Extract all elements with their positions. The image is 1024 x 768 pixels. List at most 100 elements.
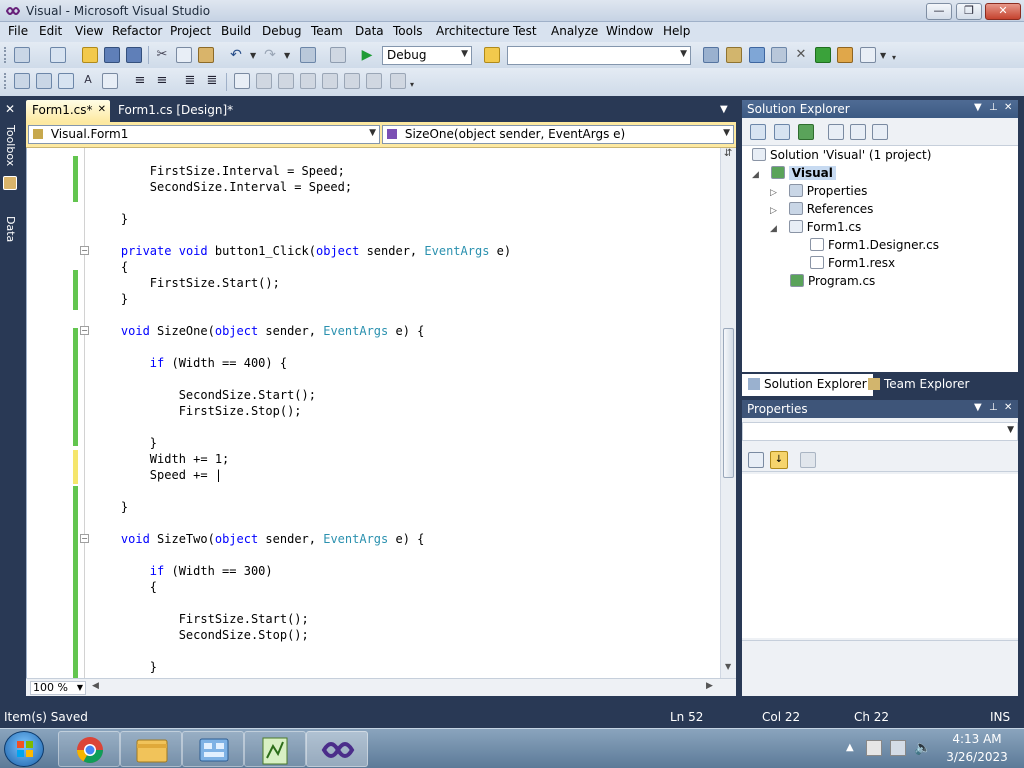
- more-tools-dropdown-icon[interactable]: ▼: [880, 51, 886, 60]
- menu-build[interactable]: Build: [221, 24, 251, 38]
- clock-time[interactable]: 4:13 AM: [938, 732, 1016, 746]
- collapse-region-icon[interactable]: −: [80, 326, 89, 335]
- collapse-region-icon[interactable]: −: [80, 534, 89, 543]
- tree-item-form1[interactable]: ◢ Form1.cs: [770, 218, 861, 236]
- scroll-down-icon[interactable]: ▼: [725, 662, 731, 671]
- code-line[interactable]: FirstSize.Interval = Speed;: [92, 163, 345, 179]
- code-line[interactable]: }: [92, 291, 128, 307]
- close-icon[interactable]: ✕: [1004, 402, 1012, 413]
- action-center-icon[interactable]: [866, 740, 882, 756]
- code-line[interactable]: SecondSize.Start();: [92, 387, 316, 403]
- auto-hide-pin-icon[interactable]: ⊥: [989, 102, 998, 113]
- find-in-files-icon[interactable]: [484, 47, 500, 63]
- navigate-backward-icon[interactable]: [300, 47, 316, 63]
- decrease-indent-icon[interactable]: ≡: [132, 73, 148, 89]
- taskbar-notepad-app[interactable]: [244, 731, 306, 767]
- new-project-icon[interactable]: [14, 47, 30, 63]
- data-sources-tab[interactable]: Data Sources: [0, 194, 18, 264]
- uncomment-lines-icon[interactable]: ≣: [204, 73, 220, 89]
- view-code-icon[interactable]: [828, 124, 844, 140]
- scroll-thumb[interactable]: [723, 328, 734, 478]
- tab-solution-explorer[interactable]: Solution Explorer: [742, 374, 873, 396]
- member-dropdown[interactable]: SizeOne(object sender, EventArgs e) ▼: [382, 125, 734, 144]
- toolbox-tab[interactable]: Toolbox: [2, 120, 18, 172]
- toolbox-icon[interactable]: ✕: [3, 102, 17, 116]
- menu-project[interactable]: Project: [170, 24, 211, 38]
- collapse-region-icon[interactable]: −: [80, 246, 89, 255]
- code-line[interactable]: FirstSize.Stop();: [92, 403, 302, 419]
- start-debugging-icon[interactable]: ▶: [359, 47, 375, 63]
- start-button[interactable]: [4, 731, 44, 767]
- extension-manager-icon[interactable]: [837, 47, 853, 63]
- redo-icon[interactable]: ↷: [262, 47, 278, 63]
- undo-icon[interactable]: ↶: [228, 47, 244, 63]
- tab-form1-cs[interactable]: Form1.cs* ✕: [26, 100, 110, 122]
- previous-bookmark-in-folder-icon[interactable]: [300, 73, 316, 89]
- menu-refactor[interactable]: Refactor: [112, 24, 162, 38]
- window-position-icon[interactable]: ▼: [974, 102, 982, 113]
- view-designer-icon[interactable]: [850, 124, 866, 140]
- tree-item-properties[interactable]: ▷ Properties: [770, 182, 867, 200]
- maximize-button[interactable]: ❐: [956, 3, 982, 20]
- close-tab-icon[interactable]: ✕: [98, 104, 106, 115]
- next-bookmark-in-document-icon[interactable]: [366, 73, 382, 89]
- toolbar-overflow-icon[interactable]: ▾: [892, 53, 896, 62]
- cut-icon[interactable]: ✂: [154, 47, 170, 63]
- minimize-button[interactable]: —: [926, 3, 952, 20]
- tree-item-program[interactable]: Program.cs: [790, 272, 875, 290]
- undo-dropdown-icon[interactable]: ▼: [250, 51, 256, 60]
- tab-overflow-icon[interactable]: ▼: [720, 104, 728, 115]
- redo-dropdown-icon[interactable]: ▼: [284, 51, 290, 60]
- add-item-icon[interactable]: [50, 47, 66, 63]
- code-line[interactable]: FirstSize.Start();: [92, 611, 309, 627]
- object-select[interactable]: ▼: [742, 422, 1018, 441]
- menu-tools[interactable]: Tools: [393, 24, 423, 38]
- tools-icon[interactable]: ✕: [793, 47, 809, 63]
- zoom-select[interactable]: 100 % ▼: [30, 681, 86, 695]
- clear-bookmarks-icon[interactable]: [390, 73, 406, 89]
- collapsed-arrow-icon[interactable]: ▷: [770, 188, 777, 198]
- auto-hide-pin-icon[interactable]: ⊥: [989, 402, 998, 413]
- code-line[interactable]: Width += 1;: [92, 451, 229, 467]
- next-bookmark-icon[interactable]: [278, 73, 294, 89]
- previous-bookmark-in-document-icon[interactable]: [344, 73, 360, 89]
- properties-window-icon[interactable]: [726, 47, 742, 63]
- categorized-icon[interactable]: [748, 452, 764, 468]
- clock-date[interactable]: 3/26/2023: [938, 750, 1016, 764]
- menu-file[interactable]: File: [8, 24, 28, 38]
- toolbar-grip[interactable]: [4, 47, 7, 63]
- save-all-icon[interactable]: [126, 47, 142, 63]
- next-bookmark-in-folder-icon[interactable]: [322, 73, 338, 89]
- command-window-icon[interactable]: [860, 47, 876, 63]
- code-line[interactable]: void SizeTwo(object sender, EventArgs e)…: [92, 531, 424, 547]
- expanded-arrow-icon[interactable]: ◢: [752, 170, 759, 180]
- splitter-icon[interactable]: ⇵: [724, 148, 732, 159]
- properties-icon[interactable]: [750, 124, 766, 140]
- menu-architecture[interactable]: Architecture: [436, 24, 509, 38]
- scroll-right-icon[interactable]: ▶: [706, 681, 713, 691]
- quick-info-icon[interactable]: [58, 73, 74, 89]
- scroll-left-icon[interactable]: ◀: [92, 681, 99, 691]
- toolbar-grip[interactable]: [4, 73, 7, 89]
- network-icon[interactable]: [890, 740, 906, 756]
- volume-icon[interactable]: 🔈: [914, 740, 931, 756]
- close-button[interactable]: ✕: [985, 3, 1021, 20]
- property-pages-icon[interactable]: [800, 452, 816, 468]
- horizontal-scrollbar[interactable]: 100 % ▼ ◀ ▶: [26, 678, 736, 696]
- tree-item-form1-resx[interactable]: Form1.resx: [810, 254, 895, 272]
- paste-icon[interactable]: [198, 47, 214, 63]
- menu-help[interactable]: Help: [663, 24, 690, 38]
- tree-item-references[interactable]: ▷ References: [770, 200, 873, 218]
- code-line[interactable]: }: [92, 435, 157, 451]
- menu-edit[interactable]: Edit: [39, 24, 62, 38]
- code-line[interactable]: }: [92, 211, 128, 227]
- code-line[interactable]: if (Width == 400) {: [92, 355, 287, 371]
- toggle-bookmark-icon[interactable]: [234, 73, 250, 89]
- window-position-icon[interactable]: ▼: [974, 402, 982, 413]
- tree-item-form1-designer[interactable]: Form1.Designer.cs: [810, 236, 939, 254]
- solution-configuration-select[interactable]: Debug ▼: [382, 46, 472, 65]
- vertical-scrollbar[interactable]: ⇵ ▼: [720, 148, 736, 678]
- taskbar-visual-studio[interactable]: [306, 731, 368, 767]
- save-icon[interactable]: [104, 47, 120, 63]
- comment-icon[interactable]: [102, 73, 118, 89]
